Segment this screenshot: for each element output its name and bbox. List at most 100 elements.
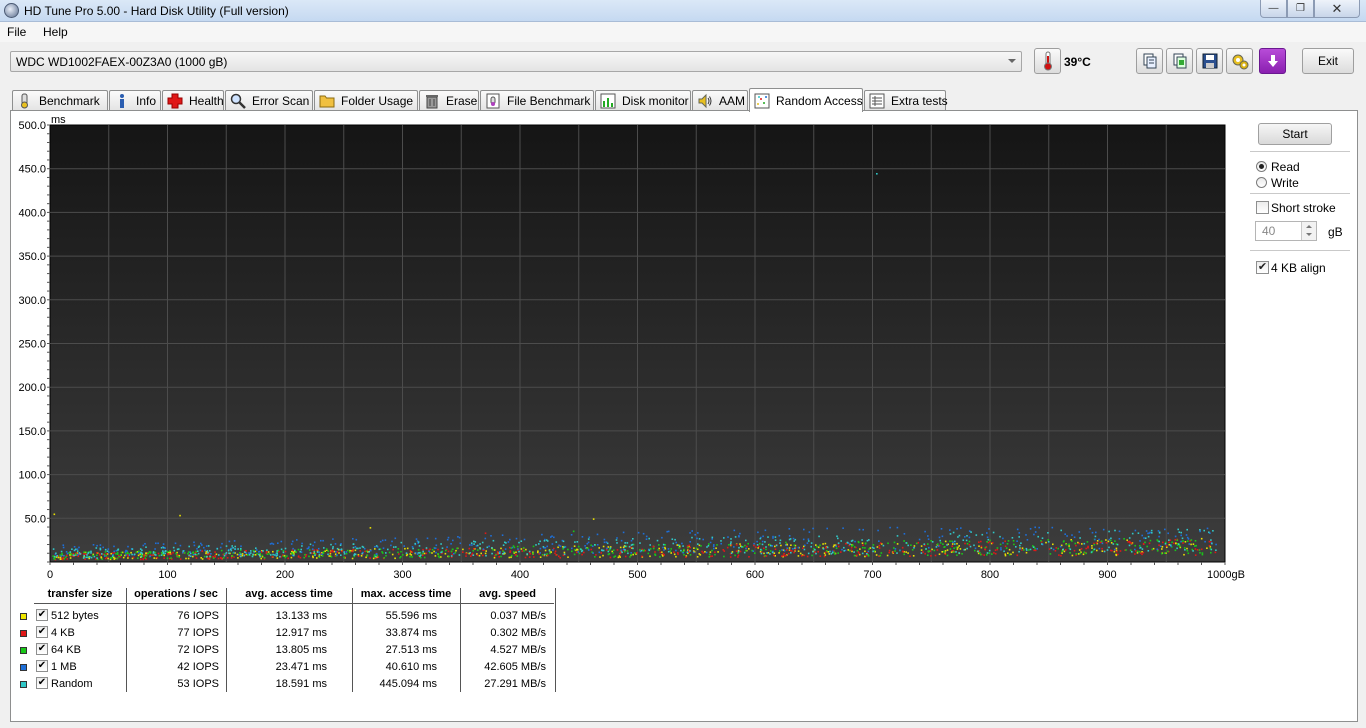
data-point xyxy=(836,535,838,538)
data-point xyxy=(1131,532,1134,535)
data-point xyxy=(957,546,959,549)
avg-access-time: 23.471 ms xyxy=(275,661,327,673)
spin-updown-icon[interactable] xyxy=(1301,222,1316,240)
exit-button[interactable]: Exit xyxy=(1302,48,1354,74)
data-point xyxy=(558,555,560,558)
data-point xyxy=(517,548,519,550)
data-point xyxy=(789,538,792,540)
data-point xyxy=(861,552,864,555)
data-point xyxy=(629,556,631,558)
data-point xyxy=(119,554,122,556)
data-point xyxy=(673,553,676,556)
data-point xyxy=(790,544,792,546)
data-point xyxy=(1182,540,1184,542)
series-visible-checkbox[interactable]: ✔ xyxy=(36,626,48,638)
data-point xyxy=(539,547,542,550)
maximize-button[interactable]: ❐ xyxy=(1287,0,1314,18)
data-point xyxy=(950,551,953,553)
data-point xyxy=(1198,549,1201,551)
data-point xyxy=(994,552,997,555)
data-point xyxy=(944,553,947,555)
data-point xyxy=(973,544,975,547)
data-point xyxy=(695,547,698,550)
data-point xyxy=(104,551,107,553)
data-point xyxy=(373,554,376,556)
data-point xyxy=(577,551,579,553)
data-point xyxy=(927,538,930,540)
minimize-button[interactable]: — xyxy=(1260,0,1287,18)
data-point xyxy=(125,554,127,556)
data-point xyxy=(485,550,487,552)
series-visible-checkbox[interactable]: ✔ xyxy=(36,660,48,672)
data-point xyxy=(909,555,911,557)
data-point xyxy=(578,552,581,555)
data-point xyxy=(974,549,976,552)
data-point xyxy=(56,555,58,557)
data-point xyxy=(290,556,293,559)
data-point xyxy=(1095,531,1097,534)
data-point xyxy=(309,552,312,554)
data-point xyxy=(667,550,670,553)
data-point xyxy=(1126,539,1128,541)
data-point xyxy=(797,546,800,549)
data-point xyxy=(744,544,746,547)
read-radio[interactable] xyxy=(1256,161,1267,172)
data-point xyxy=(175,552,177,555)
data-point xyxy=(944,540,947,543)
data-point xyxy=(648,537,650,540)
data-point xyxy=(1164,543,1167,545)
data-point xyxy=(958,534,961,537)
data-point xyxy=(1018,536,1020,538)
align-4kb-checkbox[interactable]: ✔ xyxy=(1256,261,1269,274)
data-point xyxy=(808,531,811,533)
data-point xyxy=(99,547,102,550)
tab-random-access[interactable]: Random Access xyxy=(749,88,863,112)
series-visible-checkbox[interactable]: ✔ xyxy=(36,643,48,655)
update-button[interactable] xyxy=(1259,48,1286,74)
transfer-size: 512 bytes xyxy=(51,610,99,622)
data-point xyxy=(819,555,822,557)
data-point xyxy=(173,549,176,552)
data-point xyxy=(260,557,262,560)
data-point xyxy=(433,550,435,553)
series-visible-checkbox[interactable]: ✔ xyxy=(36,677,48,689)
data-point xyxy=(59,556,62,559)
data-point xyxy=(774,548,777,550)
y-tick-label: 450.0 xyxy=(18,164,46,176)
data-point xyxy=(103,553,106,556)
data-point xyxy=(431,552,433,554)
data-point xyxy=(127,545,129,548)
data-point xyxy=(510,554,513,557)
y-axis-label: ms xyxy=(51,114,66,126)
data-point xyxy=(1025,551,1028,554)
write-radio[interactable] xyxy=(1256,177,1267,188)
series-visible-checkbox[interactable]: ✔ xyxy=(36,609,48,621)
start-button[interactable]: Start xyxy=(1258,123,1332,145)
short-stroke-size-input[interactable]: 40 xyxy=(1255,221,1317,241)
data-point xyxy=(699,554,702,556)
data-point xyxy=(411,551,413,553)
data-point xyxy=(984,546,987,549)
data-point xyxy=(1168,543,1171,546)
data-point xyxy=(755,546,757,549)
data-point xyxy=(225,552,228,554)
data-point xyxy=(559,545,562,547)
data-point xyxy=(739,550,742,553)
data-point xyxy=(1178,545,1181,548)
data-point xyxy=(984,548,987,551)
data-point xyxy=(491,552,493,555)
data-point xyxy=(1082,553,1085,556)
close-button[interactable]: ✕ xyxy=(1314,0,1360,18)
window-controls: — ❐ ✕ xyxy=(1260,0,1360,19)
short-stroke-checkbox[interactable] xyxy=(1256,201,1269,214)
data-point xyxy=(942,543,944,545)
data-point xyxy=(880,552,883,554)
data-point xyxy=(66,552,69,555)
data-point xyxy=(450,543,452,545)
data-point xyxy=(53,558,56,560)
data-point xyxy=(1108,546,1110,549)
data-point xyxy=(563,546,565,549)
data-point xyxy=(555,554,557,556)
data-point xyxy=(304,553,306,556)
data-point xyxy=(788,528,791,530)
